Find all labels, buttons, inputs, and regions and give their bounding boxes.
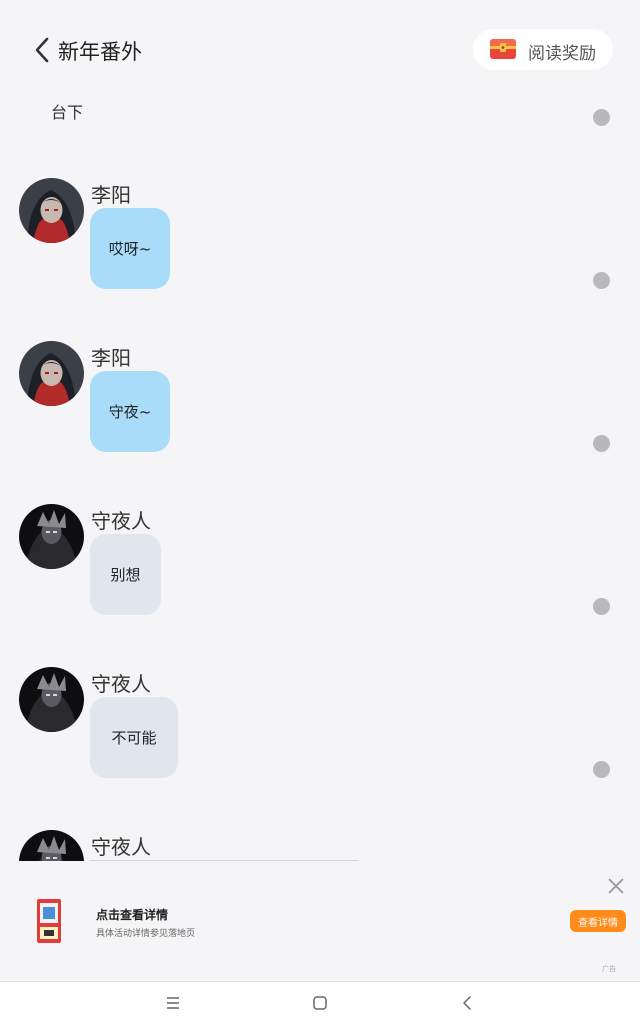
- reading-reward-button[interactable]: 阅读奖励: [473, 29, 613, 70]
- page-title: 新年番外: [58, 40, 142, 64]
- nav-back-button[interactable]: [456, 992, 478, 1014]
- close-icon: [608, 878, 624, 894]
- ad-subtitle: 具体活动详情参见落地页: [96, 929, 196, 939]
- sender-name: 守夜人: [91, 835, 151, 859]
- chat-message: 守夜人 不可能: [0, 667, 640, 817]
- chat-message: 守夜人 别想: [0, 504, 640, 654]
- ad-banner[interactable]: 点击查看详情 具体活动详情参见落地页 查看详情 广告: [0, 862, 640, 981]
- hooded-character-avatar[interactable]: [19, 178, 84, 243]
- sender-name: 守夜人: [91, 509, 151, 533]
- narration-text: 台下: [51, 103, 84, 122]
- message-bubble[interactable]: 别想: [90, 534, 161, 615]
- chat-message: 李阳 守夜~: [0, 341, 640, 491]
- chat-message: 守夜人: [0, 830, 640, 861]
- chat-message: 李阳 哎呀~: [0, 178, 640, 328]
- hooded-character-avatar[interactable]: [19, 341, 84, 406]
- nav-menu-button[interactable]: [162, 992, 184, 1014]
- message-bubble[interactable]: 不可能: [90, 697, 178, 778]
- ad-close-button[interactable]: [606, 876, 626, 896]
- chevron-left-icon: [35, 37, 49, 63]
- sender-name: 李阳: [91, 346, 131, 370]
- sender-name: 守夜人: [91, 672, 151, 696]
- reading-reward-label: 阅读奖励: [528, 44, 596, 64]
- comment-dot[interactable]: [593, 598, 610, 615]
- back-button[interactable]: [30, 34, 58, 66]
- dark-armored-character-avatar[interactable]: [19, 667, 84, 732]
- system-navigation-bar: [0, 981, 640, 1024]
- message-bubble[interactable]: 守夜~: [90, 371, 170, 452]
- ad-title: 点击查看详情: [96, 908, 169, 922]
- nav-home-button[interactable]: [309, 992, 331, 1014]
- top-bar: 新年番外 阅读奖励: [0, 0, 640, 100]
- ad-product-image: [36, 898, 62, 944]
- comment-dot[interactable]: [593, 435, 610, 452]
- message-bubble[interactable]: 哎呀~: [90, 208, 170, 289]
- comment-dot[interactable]: [593, 109, 610, 126]
- ad-tag: 广告: [602, 965, 616, 973]
- home-square-icon: [313, 996, 327, 1010]
- ad-view-details-button[interactable]: 查看详情: [570, 910, 626, 932]
- sender-name: 李阳: [91, 183, 131, 207]
- comment-dot[interactable]: [593, 761, 610, 778]
- dark-armored-character-avatar[interactable]: [19, 830, 84, 861]
- dark-armored-character-avatar[interactable]: [19, 504, 84, 569]
- comment-dot[interactable]: [593, 272, 610, 289]
- back-triangle-icon: [463, 996, 471, 1010]
- divider: [90, 860, 358, 861]
- chat-list[interactable]: 台下 李阳 哎呀~ 李阳 守夜~ 守夜人 别想 守夜人 不可能 守夜人: [0, 90, 640, 861]
- menu-icon: [167, 997, 179, 1009]
- treasure-chest-icon: [490, 39, 516, 59]
